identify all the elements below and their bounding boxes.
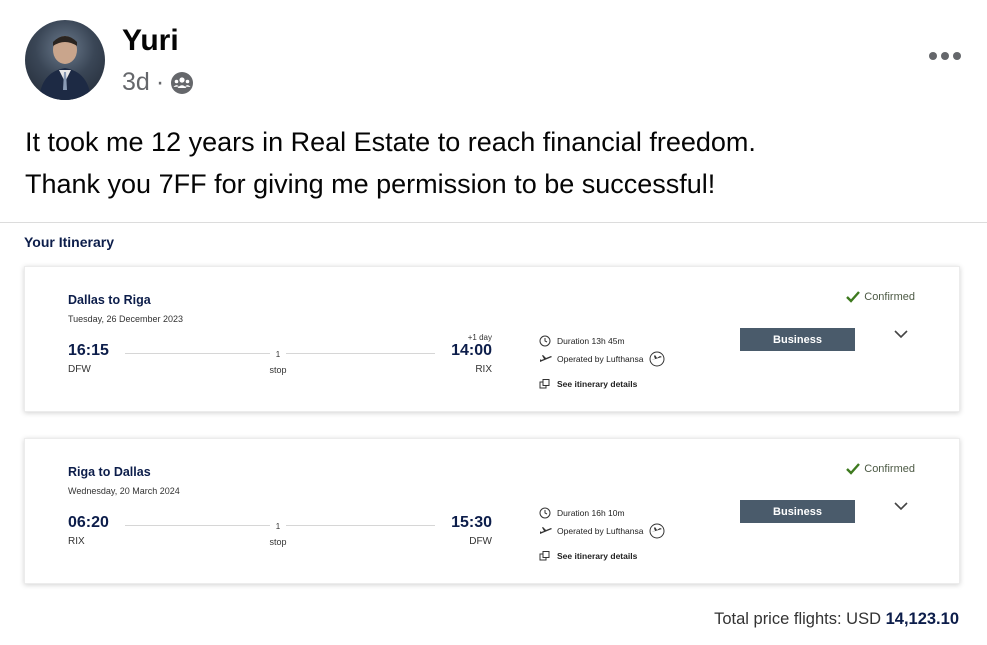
- details-link-label: See itinerary details: [557, 379, 638, 389]
- arrival-time: 14:00: [451, 342, 492, 359]
- stops-count: 1: [270, 522, 286, 531]
- profile-photo: [39, 36, 91, 100]
- operator-row: Operated by Lufthansa: [539, 523, 665, 539]
- plane-icon: [539, 525, 552, 537]
- total-label: Total price flights:: [714, 610, 842, 628]
- total-currency: USD: [846, 610, 881, 628]
- cabin-class-badge: Business: [740, 328, 855, 351]
- post-text-line: Thank you 7FF for giving me permission t…: [25, 169, 716, 199]
- post-meta: 3d ·: [122, 68, 194, 97]
- route-title: Dallas to Riga: [68, 293, 151, 307]
- duration-row: Duration 16h 10m: [539, 507, 625, 519]
- status-badge: Confirmed: [846, 291, 915, 303]
- itinerary-title: Your Itinerary: [24, 234, 114, 250]
- meta-separator: ·: [155, 68, 165, 96]
- itinerary-details-link[interactable]: See itinerary details: [539, 550, 637, 562]
- check-icon: [846, 463, 861, 475]
- post-text-line: It took me 12 years in Real Estate to re…: [25, 127, 756, 157]
- copy-icon: [539, 378, 551, 390]
- check-icon: [846, 291, 861, 303]
- friends-icon[interactable]: [170, 71, 194, 95]
- operator-text: Operated by Lufthansa: [557, 354, 644, 364]
- avatar[interactable]: [25, 20, 105, 100]
- chevron-down-icon[interactable]: [893, 327, 909, 339]
- lufthansa-logo-icon: [649, 351, 665, 367]
- clock-icon: [539, 335, 551, 347]
- post-text: It took me 12 years in Real Estate to re…: [25, 121, 965, 205]
- more-dot-icon: [953, 52, 961, 60]
- clock-icon: [539, 507, 551, 519]
- status-text: Confirmed: [864, 463, 915, 475]
- lufthansa-logo-icon: [649, 523, 665, 539]
- details-link-label: See itinerary details: [557, 551, 638, 561]
- arrival-airport: RIX: [475, 364, 492, 375]
- stops-count: 1: [270, 350, 286, 359]
- post-header: Yuri 3d ·: [25, 20, 975, 102]
- departure-time: 16:15: [68, 342, 109, 359]
- itinerary-details-link[interactable]: See itinerary details: [539, 378, 637, 390]
- arrival-time: 15:30: [451, 514, 492, 531]
- operator-text: Operated by Lufthansa: [557, 526, 644, 536]
- total-price: Total price flights: USD 14,123.10: [714, 610, 959, 629]
- status-text: Confirmed: [864, 291, 915, 303]
- chevron-down-icon[interactable]: [893, 499, 909, 511]
- departure-time: 06:20: [68, 514, 109, 531]
- arrival-airport: DFW: [469, 536, 492, 547]
- departure-airport: RIX: [68, 536, 85, 547]
- copy-icon: [539, 550, 551, 562]
- day-offset: +1 day: [467, 333, 492, 342]
- more-options-button[interactable]: [925, 42, 965, 70]
- stops-label: stop: [269, 365, 287, 375]
- duration-row: Duration 13h 45m: [539, 335, 625, 347]
- flight-date: Tuesday, 26 December 2023: [68, 314, 184, 324]
- departure-airport: DFW: [68, 364, 91, 375]
- stops-label: stop: [269, 537, 287, 547]
- more-dot-icon: [941, 52, 949, 60]
- total-amount: 14,123.10: [885, 610, 959, 628]
- duration-text: Duration 13h 45m: [557, 336, 625, 346]
- author-name[interactable]: Yuri: [122, 24, 179, 58]
- duration-text: Duration 16h 10m: [557, 508, 625, 518]
- plane-icon: [539, 353, 552, 365]
- flight-card: Riga to Dallas Wednesday, 20 March 2024 …: [24, 438, 960, 584]
- cabin-class-badge: Business: [740, 500, 855, 523]
- more-dot-icon: [929, 52, 937, 60]
- post-image[interactable]: Your Itinerary Dallas to Riga Tuesday, 2…: [0, 223, 987, 645]
- route-title: Riga to Dallas: [68, 465, 151, 479]
- flight-date: Wednesday, 20 March 2024: [68, 486, 180, 496]
- operator-row: Operated by Lufthansa: [539, 351, 665, 367]
- post-time[interactable]: 3d: [122, 68, 150, 97]
- status-badge: Confirmed: [846, 463, 915, 475]
- flight-card: Dallas to Riga Tuesday, 26 December 2023…: [24, 266, 960, 412]
